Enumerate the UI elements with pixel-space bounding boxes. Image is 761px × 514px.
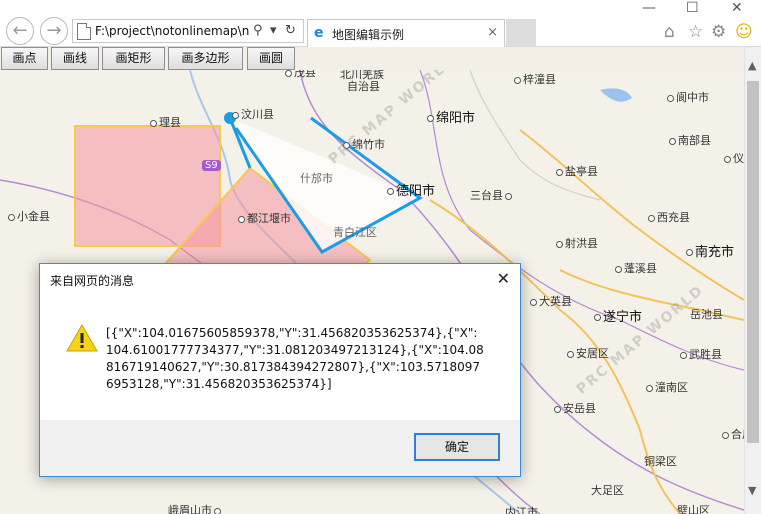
place-label: 大足区 (591, 484, 624, 497)
scroll-up-icon[interactable]: ▲ (748, 59, 756, 72)
search-icon[interactable]: ⚲ (253, 23, 263, 38)
place-label: 潼南区 (646, 379, 688, 395)
place-label: 蓬溪县 (615, 260, 657, 276)
place-label: 阆中市 (667, 89, 709, 105)
place-label: 汶川县 (232, 106, 274, 122)
place-label: 德阳市 (387, 180, 435, 199)
place-label: 理县 (150, 114, 181, 130)
place-label: 三台县 (470, 187, 514, 203)
vertical-scrollbar[interactable]: ▲ ▼ (744, 47, 761, 514)
place-label: 南充市 (686, 241, 734, 260)
favorites-star-icon[interactable]: ☆ (688, 22, 703, 42)
alert-dialog: 来自网页的消息 ✕ [{"X":104.01675605859378,"Y":3… (39, 263, 521, 477)
ie-logo-icon: e (314, 25, 324, 41)
place-label: 青白江区 (333, 226, 377, 239)
place-label: 都江堰市 (238, 210, 291, 226)
place-label: 内江市 (505, 506, 538, 514)
feedback-smiley-icon[interactable]: ☺ (735, 22, 753, 42)
dropdown-icon[interactable]: ▾ (270, 23, 277, 38)
draw-line-button[interactable]: 画线 (51, 47, 99, 70)
window-close-icon[interactable]: ✕ (731, 0, 743, 16)
place-label: 安居区 (567, 345, 609, 361)
back-arrow-icon[interactable]: ← (6, 17, 34, 45)
place-label: 什邡市 (300, 172, 333, 185)
place-label: 璧山区 (677, 504, 710, 514)
address-bar[interactable]: F:\project\notonlinemap\n ⚲ ▾ ↻ (72, 19, 304, 43)
address-text[interactable]: F:\project\notonlinemap\n (95, 24, 250, 38)
place-label: 南部县 (669, 132, 711, 148)
dialog-title: 来自网页的消息 (50, 274, 135, 288)
place-label: 自治县 (347, 80, 380, 93)
place-label: 西充县 (648, 209, 690, 225)
ok-button[interactable]: 确定 (414, 433, 500, 461)
place-label: 合川 (722, 426, 744, 442)
home-icon[interactable]: ⌂ (664, 22, 675, 42)
place-label: 小金县 (8, 208, 50, 224)
draw-point-button[interactable]: 画点 (1, 47, 48, 70)
draw-circle-button[interactable]: 画圆 (247, 47, 295, 70)
lake-shape (600, 88, 632, 102)
place-label: 峨眉山市 (168, 502, 223, 514)
dialog-footer: 确定 (40, 420, 520, 476)
place-label: 岳池县 (690, 308, 723, 321)
browser-tab[interactable]: e 地图编辑示例 × (307, 19, 505, 47)
place-label: 梓潼县 (514, 71, 556, 87)
browser-chrome: ← → F:\project\notonlinemap\n ⚲ ▾ ↻ e 地图… (0, 0, 761, 47)
new-tab-button[interactable] (506, 19, 536, 46)
dialog-message: [{"X":104.01675605859378,"Y":31.45682035… (106, 326, 484, 391)
scroll-thumb[interactable] (747, 81, 759, 443)
dialog-close-icon[interactable]: ✕ (497, 269, 510, 288)
highway-shield-badge: S9 (202, 160, 221, 171)
place-label: 安岳县 (554, 400, 596, 416)
scroll-down-icon[interactable]: ▼ (748, 484, 756, 497)
maximize-icon[interactable]: ☐ (686, 0, 699, 16)
draw-rectangle-button[interactable]: 画矩形 (102, 47, 165, 70)
minimize-icon[interactable]: — (642, 0, 656, 16)
place-label: 盐亭县 (556, 163, 598, 179)
refresh-icon[interactable]: ↻ (285, 23, 296, 38)
page-icon (77, 23, 91, 40)
tab-close-icon[interactable]: × (487, 25, 498, 40)
draw-polygon-button[interactable]: 画多边形 (168, 47, 243, 70)
place-label: 绵阳市 (427, 107, 475, 126)
place-label: 武胜县 (680, 346, 722, 362)
place-label: 铜梁区 (644, 455, 677, 468)
place-label: 仪陇 (724, 150, 744, 166)
place-label: 茂县 (285, 70, 316, 80)
place-label: 遂宁市 (594, 306, 642, 325)
forward-arrow-icon[interactable]: → (40, 17, 68, 45)
warning-icon (66, 323, 98, 352)
place-label: 大英县 (530, 293, 572, 309)
place-label: 射洪县 (556, 235, 598, 251)
tab-title: 地图编辑示例 (332, 28, 405, 42)
settings-gear-icon[interactable]: ⚙ (711, 22, 726, 42)
